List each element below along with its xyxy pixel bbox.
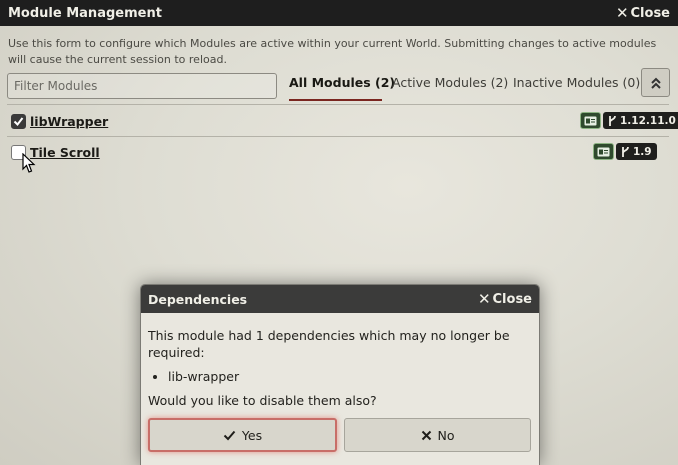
chevrons-up-icon — [650, 77, 661, 89]
dialog-body: This module had 1 dependencies which may… — [141, 313, 539, 409]
list-divider — [7, 136, 669, 137]
window-titlebar[interactable]: Module Management ✕ Close — [0, 0, 678, 26]
version-badge[interactable]: 1.12.11.0 — [603, 112, 678, 129]
no-label: No — [437, 427, 455, 443]
close-icon: ✕ — [615, 3, 629, 22]
tab-active-modules[interactable]: Active Modules (2) — [392, 71, 508, 101]
dialog-buttons: Yes No — [148, 418, 532, 452]
window-close-label: Close — [630, 5, 670, 21]
close-icon: ✕ — [477, 289, 491, 308]
x-icon — [421, 430, 431, 440]
tab-all-modules[interactable]: All Modules (2) — [289, 71, 395, 101]
yes-button[interactable]: Yes — [148, 418, 337, 452]
module-checkbox-libwrapper[interactable] — [11, 114, 26, 129]
module-row-tile-scroll: Tile Scroll 1.9 — [0, 141, 678, 165]
dialog-close-label: Close — [492, 291, 532, 307]
branch-icon — [609, 115, 616, 126]
module-title-libwrapper[interactable]: libWrapper — [30, 114, 108, 129]
version-label: 1.9 — [633, 145, 652, 158]
branch-icon — [622, 146, 629, 157]
dialog-close-button[interactable]: ✕ Close — [477, 289, 532, 308]
version-label: 1.12.11.0 — [620, 114, 676, 127]
window-notes: Use this form to configure which Modules… — [8, 37, 657, 66]
mouse-pointer-icon — [22, 153, 36, 173]
module-title-tile-scroll[interactable]: Tile Scroll — [30, 145, 100, 160]
version-badge[interactable]: 1.9 — [616, 143, 657, 160]
dialog-titlebar[interactable]: Dependencies ✕ Close — [141, 285, 539, 313]
window-title: Module Management — [8, 5, 162, 21]
verified-compat-icon — [584, 116, 597, 125]
compatibility-badge[interactable] — [580, 112, 601, 129]
verified-compat-icon — [597, 147, 610, 156]
dependency-list: lib-wrapper — [148, 368, 531, 385]
checkmark-icon — [13, 117, 24, 127]
list-divider — [7, 104, 669, 105]
collapse-all-button[interactable] — [641, 68, 670, 97]
dialog-title: Dependencies — [148, 291, 248, 307]
module-row-libwrapper: libWrapper 1.12.11.0 — [0, 110, 678, 134]
compatibility-badge[interactable] — [593, 143, 614, 160]
dialog-question: Would you like to disable them also? — [148, 393, 377, 408]
dependencies-dialog: Dependencies ✕ Close This module had 1 d… — [140, 284, 540, 465]
window-close-button[interactable]: ✕ Close — [615, 3, 670, 22]
dialog-message: This module had 1 dependencies which may… — [148, 328, 510, 360]
tab-inactive-modules[interactable]: Inactive Modules (0) — [513, 71, 640, 101]
module-management-window: Module Management ✕ Close Use this form … — [0, 0, 678, 465]
dependency-item: lib-wrapper — [168, 368, 531, 385]
yes-label: Yes — [241, 427, 263, 443]
check-icon — [223, 430, 236, 440]
filter-modules-input[interactable] — [7, 73, 277, 99]
no-button[interactable]: No — [344, 418, 531, 452]
